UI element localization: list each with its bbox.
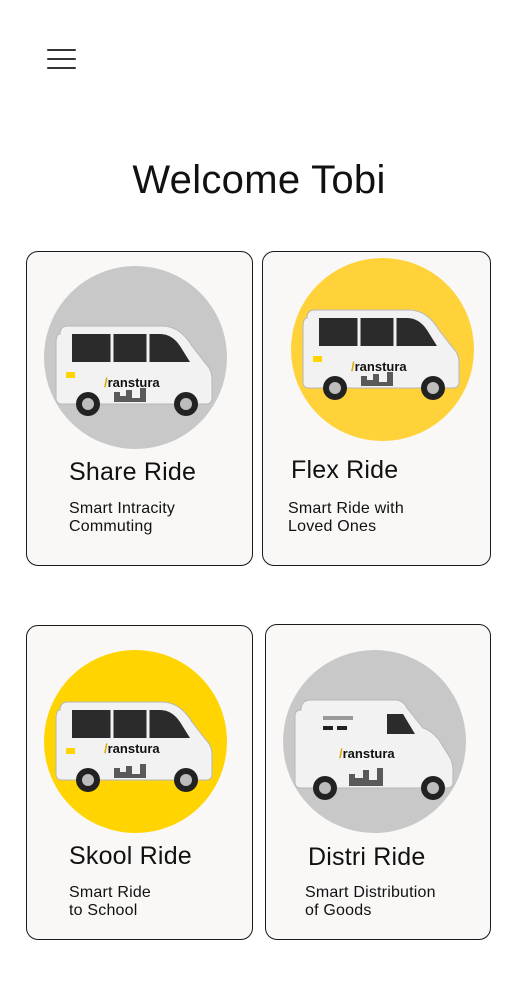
svg-text:/ranstura: /ranstura	[351, 359, 407, 374]
card-subtitle: Smart Intracity Commuting	[69, 500, 176, 535]
welcome-heading: Welcome Tobi	[132, 158, 386, 202]
share-ride-circle: /ranstura	[44, 266, 227, 449]
card-title: Distri Ride	[308, 843, 426, 871]
svg-text:/ranstura: /ranstura	[104, 741, 160, 756]
card-title: Flex Ride	[291, 456, 399, 484]
passenger-van-image: /ranstura	[44, 266, 227, 449]
brand-text: ranstura	[108, 375, 161, 390]
distri-ride-circle: /ranstura	[283, 650, 466, 833]
card-subtitle: Smart Ride with Loved Ones	[288, 500, 404, 535]
cargo-van-image: /ranstura	[283, 650, 466, 833]
brand-text: ranstura	[355, 359, 408, 374]
share-ride-card[interactable]: /ranstura Share Ride Smart Intracity Com…	[26, 251, 253, 566]
svg-text:/ranstura: /ranstura	[339, 746, 395, 761]
flex-ride-circle: /ranstura	[291, 258, 474, 441]
brand-text: ranstura	[343, 746, 396, 761]
distri-ride-card[interactable]: /ranstura Distri Ride Smart Distribution…	[265, 624, 491, 940]
passenger-van-image: /ranstura	[291, 258, 474, 441]
card-title: Share Ride	[69, 458, 197, 486]
card-subtitle: Smart Ride to School	[69, 884, 152, 919]
brand-text: ranstura	[108, 741, 161, 756]
svg-text:/ranstura: /ranstura	[104, 375, 160, 390]
flex-ride-card[interactable]: /ranstura Flex Ride Smart Ride with Love…	[262, 251, 491, 566]
card-title: Skool Ride	[69, 842, 192, 870]
skool-ride-card[interactable]: /ranstura Skool Ride Smart Ride to Schoo…	[26, 625, 253, 940]
hamburger-menu-icon[interactable]	[44, 44, 80, 74]
skool-ride-circle: /ranstura	[44, 650, 227, 833]
school-van-image: /ranstura	[44, 650, 227, 833]
card-subtitle: Smart Distribution of Goods	[305, 884, 436, 919]
